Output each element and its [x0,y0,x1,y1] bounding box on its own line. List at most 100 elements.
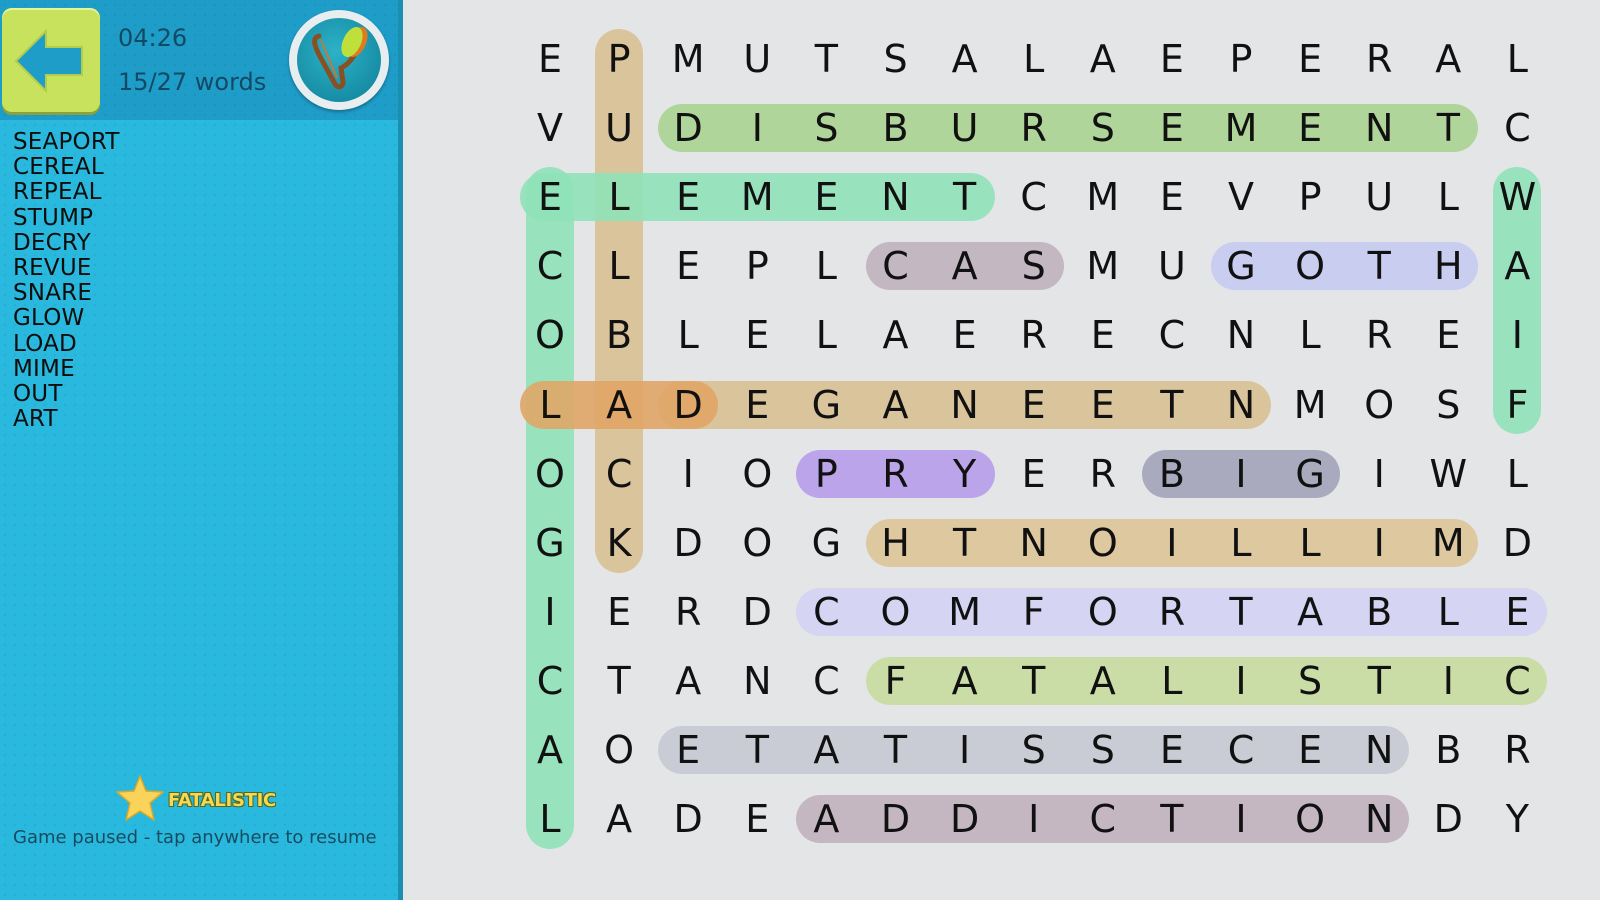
grid-letter[interactable]: B [866,98,926,158]
grid-letter[interactable]: E [1280,29,1340,89]
grid-letter[interactable]: E [1004,444,1064,504]
grid-letter[interactable]: O [520,444,580,504]
grid-letter[interactable]: A [589,789,649,849]
grid-letter[interactable]: E [935,305,995,365]
grid-letter[interactable]: L [1211,513,1271,573]
grid-letter[interactable]: M [1073,236,1133,296]
grid-letter[interactable]: T [935,167,995,227]
puzzle-board[interactable]: EPMUTSALAEPERALVUDISBURSEMENTCELEMENTCME… [403,0,1600,900]
grid-letter[interactable]: U [935,98,995,158]
grid-letter[interactable]: R [1349,305,1409,365]
grid-letter[interactable]: R [1142,582,1202,642]
grid-letter[interactable]: L [520,375,580,435]
grid-letter[interactable]: E [1280,720,1340,780]
grid-letter[interactable]: Y [1487,789,1547,849]
grid-letter[interactable]: E [1073,305,1133,365]
grid-letter[interactable]: E [1418,305,1478,365]
grid-letter[interactable]: B [1418,720,1478,780]
grid-letter[interactable]: I [1142,513,1202,573]
grid-letter[interactable]: C [520,651,580,711]
grid-letter[interactable]: A [796,789,856,849]
grid-letter[interactable]: S [1004,720,1064,780]
grid-letter[interactable]: L [1280,513,1340,573]
grid-letter[interactable]: A [935,236,995,296]
grid-letter[interactable]: L [658,305,718,365]
grid-letter[interactable]: C [1487,651,1547,711]
grid-letter[interactable]: L [1142,651,1202,711]
grid-letter[interactable]: I [658,444,718,504]
grid-letter[interactable]: E [1004,375,1064,435]
grid-letter[interactable]: T [589,651,649,711]
grid-letter[interactable]: S [1073,720,1133,780]
grid-letter[interactable]: S [866,29,926,89]
grid-letter[interactable]: B [1142,444,1202,504]
grid-letter[interactable]: F [1487,375,1547,435]
grid-letter[interactable]: C [796,651,856,711]
grid-letter[interactable]: D [866,789,926,849]
grid-letter[interactable]: H [866,513,926,573]
grid-letter[interactable]: A [935,29,995,89]
grid-letter[interactable]: T [1211,582,1271,642]
grid-letter[interactable]: E [520,167,580,227]
grid-letter[interactable]: A [866,305,926,365]
grid-letter[interactable]: A [1073,651,1133,711]
grid-letter[interactable]: N [1211,375,1271,435]
grid-letter[interactable]: L [1487,29,1547,89]
grid-letter[interactable]: I [1418,651,1478,711]
grid-letter[interactable]: E [727,375,787,435]
grid-letter[interactable]: N [935,375,995,435]
grid-letter[interactable]: N [866,167,926,227]
grid-letter[interactable]: T [1418,98,1478,158]
grid-letter[interactable]: T [796,29,856,89]
grid-letter[interactable]: L [589,236,649,296]
grid-letter[interactable]: L [589,167,649,227]
grid-letter[interactable]: R [1004,98,1064,158]
grid-letter[interactable]: U [1349,167,1409,227]
grid-letter[interactable]: U [1142,236,1202,296]
grid-letter[interactable]: G [520,513,580,573]
grid-letter[interactable]: I [935,720,995,780]
grid-letter[interactable]: E [1142,167,1202,227]
grid-letter[interactable]: W [1487,167,1547,227]
grid-letter[interactable]: A [589,375,649,435]
grid-letter[interactable]: V [1211,167,1271,227]
grid-letter[interactable]: O [727,513,787,573]
grid-letter[interactable]: U [589,98,649,158]
grid-letter[interactable]: I [1211,789,1271,849]
grid-letter[interactable]: I [1349,513,1409,573]
grid-letter[interactable]: O [727,444,787,504]
grid-letter[interactable]: G [796,513,856,573]
grid-letter[interactable]: D [727,582,787,642]
grid-letter[interactable]: R [866,444,926,504]
grid-letter[interactable]: A [796,720,856,780]
grid-letter[interactable]: R [1487,720,1547,780]
grid-letter[interactable]: I [727,98,787,158]
grid-letter[interactable]: M [935,582,995,642]
grid-letter[interactable]: M [1073,167,1133,227]
grid-letter[interactable]: I [1004,789,1064,849]
grid-letter[interactable]: T [1142,789,1202,849]
grid-letter[interactable]: G [1211,236,1271,296]
grid-letter[interactable]: E [727,305,787,365]
grid-letter[interactable]: Y [935,444,995,504]
grid-letter[interactable]: E [658,236,718,296]
grid-letter[interactable]: M [1280,375,1340,435]
grid-letter[interactable]: P [727,236,787,296]
grid-letter[interactable]: R [1349,29,1409,89]
grid-letter[interactable]: V [520,98,580,158]
grid-letter[interactable]: G [1280,444,1340,504]
grid-letter[interactable]: T [1349,236,1409,296]
grid-letter[interactable]: T [1349,651,1409,711]
grid-letter[interactable]: O [1280,236,1340,296]
grid-letter[interactable]: P [1280,167,1340,227]
grid-letter[interactable]: A [1280,582,1340,642]
grid-letter[interactable]: D [1418,789,1478,849]
grid-letter[interactable]: S [1280,651,1340,711]
grid-letter[interactable]: S [1418,375,1478,435]
grid-letter[interactable]: P [796,444,856,504]
grid-letter[interactable]: A [1418,29,1478,89]
grid-letter[interactable]: D [935,789,995,849]
grid-letter[interactable]: R [658,582,718,642]
grid-letter[interactable]: C [589,444,649,504]
grid-letter[interactable]: L [1004,29,1064,89]
